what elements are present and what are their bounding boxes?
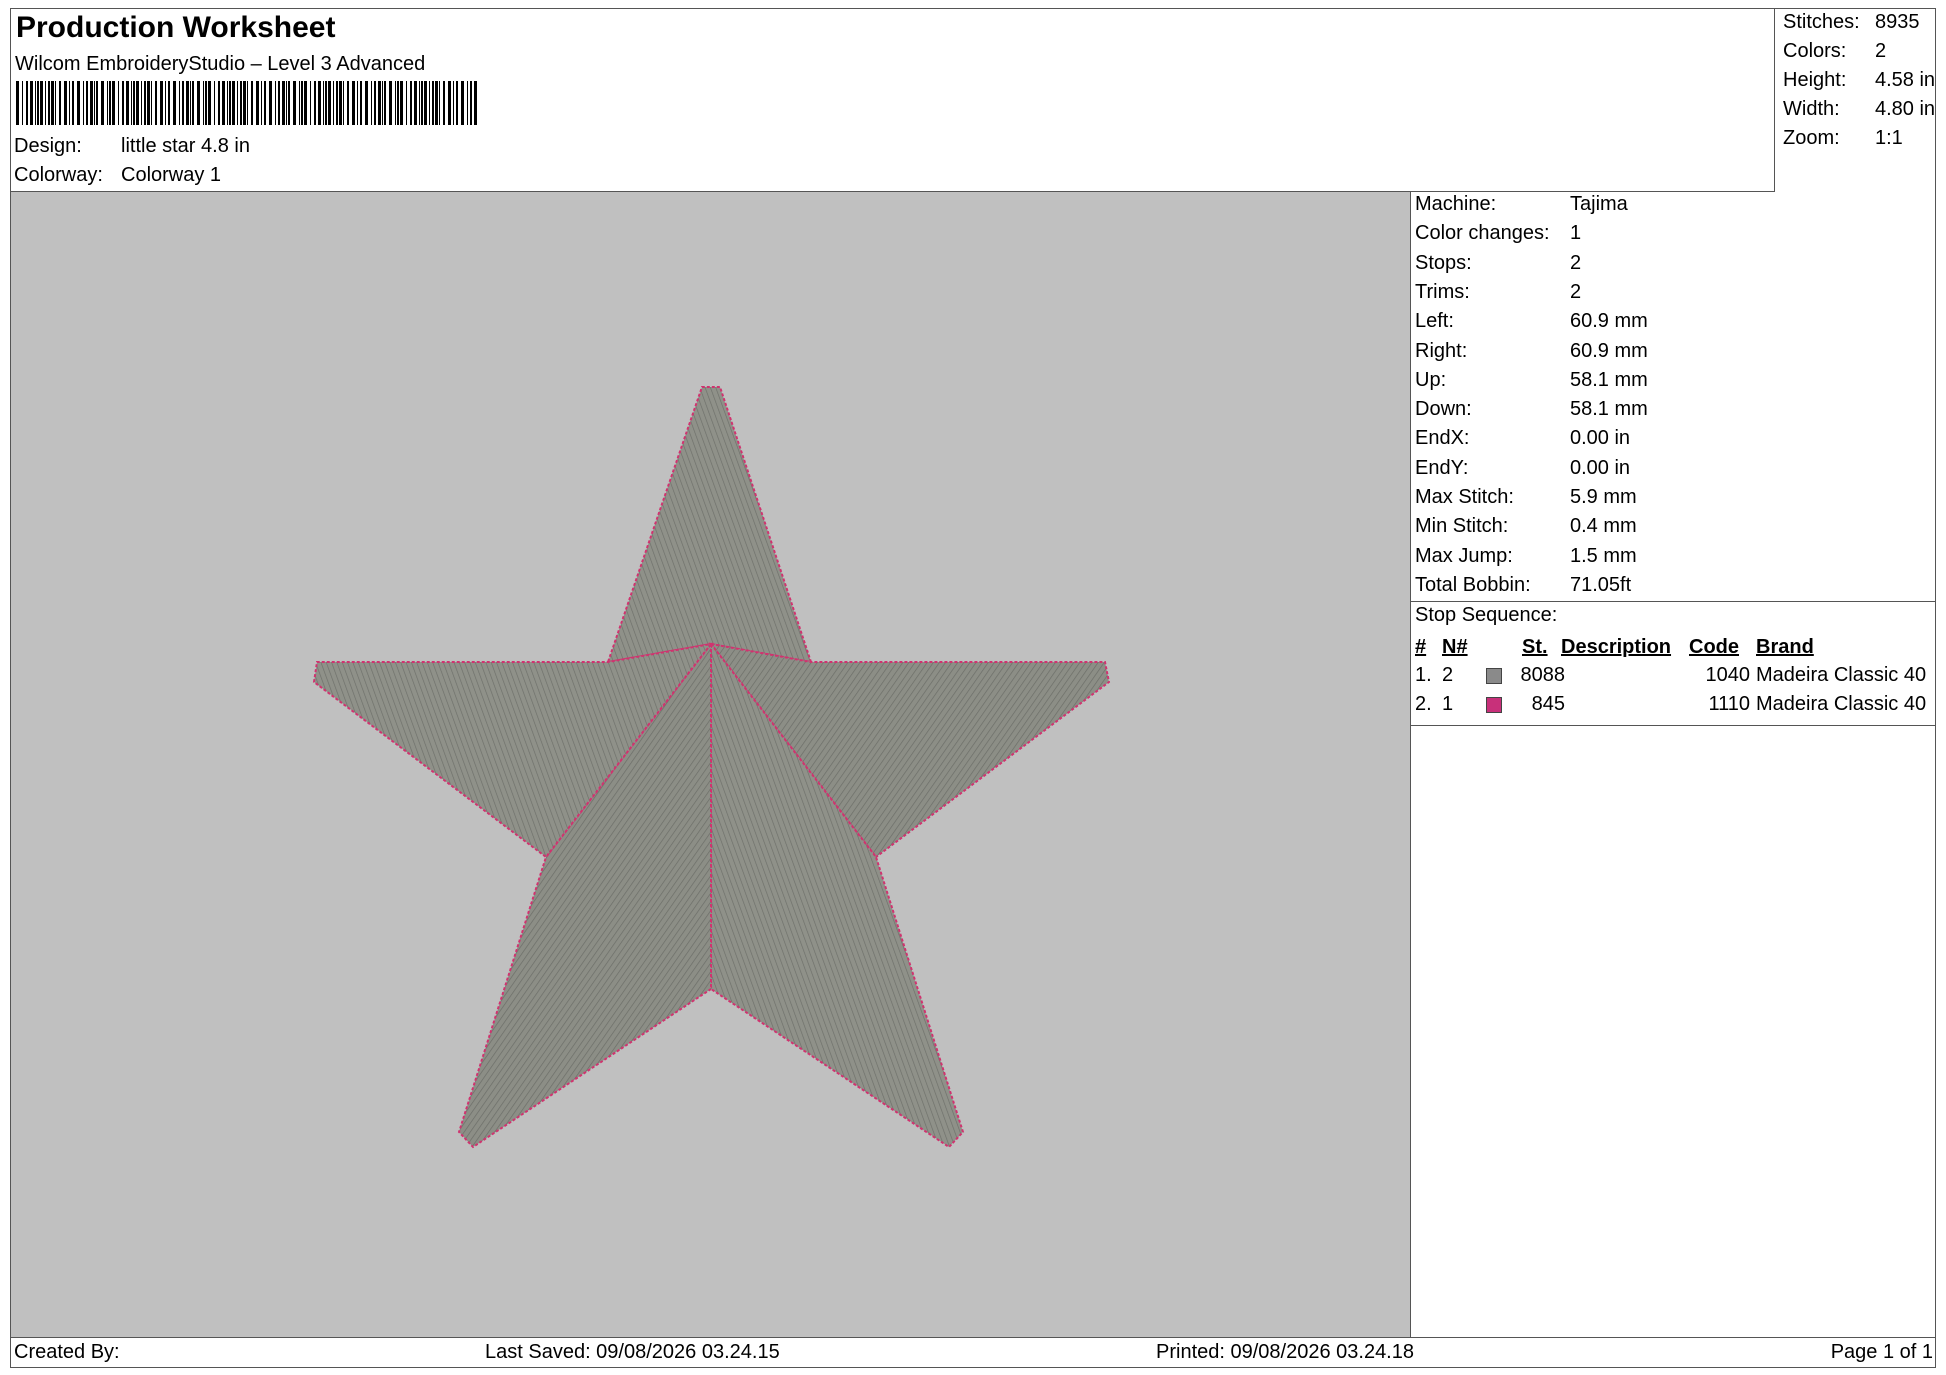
info-label: Trims: — [1415, 280, 1470, 303]
info-value: 0.4 mm — [1570, 515, 1637, 538]
printed-date: Printed: 09/08/2026 03.24.18 — [1156, 1341, 1414, 1363]
row-needle: 2 — [1442, 664, 1454, 686]
stat-colors: Colors: 2 — [1783, 40, 1886, 63]
info-row: Down: 58.1 mm — [1415, 398, 1648, 421]
info-row: Machine: Tajima — [1415, 193, 1628, 216]
stop-sequence-heading: Stop Sequence: — [1415, 604, 1558, 626]
stat-label: Colors: — [1783, 40, 1847, 62]
production-worksheet: Production Worksheet Wilcom EmbroiderySt… — [10, 8, 1936, 1368]
colorway-value: Colorway 1 — [121, 164, 222, 186]
info-row: Total Bobbin: 71.05ft — [1415, 574, 1631, 597]
info-label: Max Stitch: — [1415, 486, 1514, 508]
info-label: Total Bobbin: — [1415, 573, 1531, 596]
last-saved: Last Saved: 09/08/2026 03.24.15 — [485, 1341, 780, 1363]
info-row: Max Jump: 1.5 mm — [1415, 545, 1637, 568]
stat-height: Height: 4.58 in — [1783, 69, 1935, 92]
stat-value: 1:1 — [1875, 127, 1903, 149]
divider — [1411, 601, 1936, 602]
info-value: 2 — [1570, 280, 1582, 303]
col-header-brand: Brand — [1756, 636, 1814, 658]
machine-info-panel: Machine: Tajima Color changes: 1 Stops: 2 Trim… — [1411, 192, 1936, 1337]
colorway-label: Colorway: — [14, 164, 103, 186]
info-label: Max Jump: — [1415, 544, 1513, 567]
info-value: 2 — [1570, 251, 1582, 274]
divider — [1411, 725, 1936, 726]
info-value: 71.05ft — [1570, 573, 1632, 596]
star-design — [312, 386, 1111, 1149]
info-value: 5.9 mm — [1570, 486, 1637, 508]
design-label: Design: — [14, 135, 82, 157]
col-header-needle: N# — [1442, 636, 1468, 658]
color-swatch — [1486, 697, 1502, 713]
info-value: 60.9 mm — [1570, 339, 1648, 362]
design-row: Design: little star 4.8 in — [14, 135, 250, 158]
star-segment-top — [606, 386, 813, 664]
stat-stitches: Stitches: 8935 — [1783, 11, 1920, 34]
page-number: Page 1 of 1 — [1830, 1341, 1933, 1363]
info-row: Up: 58.1 mm — [1415, 369, 1648, 392]
row-stitches: 8088 — [1520, 664, 1566, 686]
stat-label: Stitches: — [1783, 11, 1860, 33]
stat-label: Height: — [1783, 69, 1847, 91]
info-label: Machine: — [1415, 193, 1497, 215]
design-preview — [11, 192, 1411, 1337]
info-label: Right: — [1415, 339, 1468, 362]
stat-value: 4.80 in — [1875, 98, 1936, 120]
info-value: 0.00 in — [1570, 427, 1631, 450]
info-row: Min Stitch: 0.4 mm — [1415, 515, 1637, 538]
info-value: 60.9 mm — [1570, 310, 1648, 333]
row-num: 1. — [1415, 664, 1432, 686]
row-num: 2. — [1415, 693, 1432, 715]
col-header-description: Description — [1561, 636, 1672, 658]
stat-label: Width: — [1783, 98, 1840, 120]
info-row: Left: 60.9 mm — [1415, 310, 1648, 333]
barcode — [16, 81, 477, 125]
stat-label: Zoom: — [1783, 127, 1840, 149]
info-row: Stops: 2 — [1415, 252, 1581, 275]
col-header-stitches: St. — [1522, 636, 1548, 658]
info-value: 0.00 in — [1570, 456, 1631, 479]
info-row: Max Stitch: 5.9 mm — [1415, 486, 1637, 509]
page-title: Production Worksheet — [16, 11, 336, 44]
stat-zoom: Zoom: 1:1 — [1783, 127, 1903, 150]
stat-width: Width: 4.80 in — [1783, 98, 1935, 121]
created-by: Created By: — [14, 1341, 120, 1363]
col-header-code: Code — [1689, 636, 1739, 658]
color-swatch — [1486, 668, 1502, 684]
info-label: Min Stitch: — [1415, 515, 1509, 538]
info-row: Color changes: 1 — [1415, 222, 1581, 245]
worksheet-header: Production Worksheet Wilcom EmbroiderySt… — [11, 9, 1774, 192]
stat-value: 2 — [1875, 40, 1887, 62]
row-stitches: 845 — [1531, 693, 1565, 715]
info-value: 58.1 mm — [1570, 368, 1648, 391]
row-brand: Madeira Classic 40 — [1756, 693, 1927, 715]
info-label: EndX: — [1415, 427, 1470, 450]
row-code: 1110 — [1708, 693, 1750, 715]
info-value: 1.5 mm — [1570, 544, 1637, 567]
row-code: 1040 — [1705, 664, 1751, 686]
info-row: EndY: 0.00 in — [1415, 457, 1630, 480]
worksheet-footer: Created By: Last Saved: 09/08/2026 03.24… — [11, 1337, 1936, 1368]
info-value: 58.1 mm — [1570, 398, 1648, 421]
stat-value: 8935 — [1875, 11, 1920, 33]
info-value: 1 — [1570, 222, 1582, 245]
info-label: Up: — [1415, 368, 1447, 391]
info-label: Color changes: — [1415, 222, 1550, 245]
info-label: Stops: — [1415, 251, 1472, 274]
stat-value: 4.58 in — [1875, 69, 1936, 91]
info-label: Left: — [1415, 310, 1454, 333]
info-row: Right: 60.9 mm — [1415, 340, 1648, 363]
info-label: EndY: — [1415, 456, 1469, 479]
software-name: Wilcom EmbroideryStudio – Level 3 Advanc… — [15, 53, 426, 75]
row-needle: 1 — [1442, 693, 1454, 715]
info-row: Trims: 2 — [1415, 281, 1581, 304]
col-header-num: # — [1415, 636, 1427, 658]
info-value: Tajima — [1570, 193, 1628, 215]
design-stats: Stitches: 8935 Colors: 2 Height: 4.58 in Wi… — [1774, 9, 1936, 192]
info-label: Down: — [1415, 398, 1472, 421]
colorway-row: Colorway: Colorway 1 — [14, 164, 221, 187]
design-value: little star 4.8 in — [121, 135, 250, 157]
info-row: EndX: 0.00 in — [1415, 427, 1630, 450]
row-brand: Madeira Classic 40 — [1756, 664, 1927, 686]
